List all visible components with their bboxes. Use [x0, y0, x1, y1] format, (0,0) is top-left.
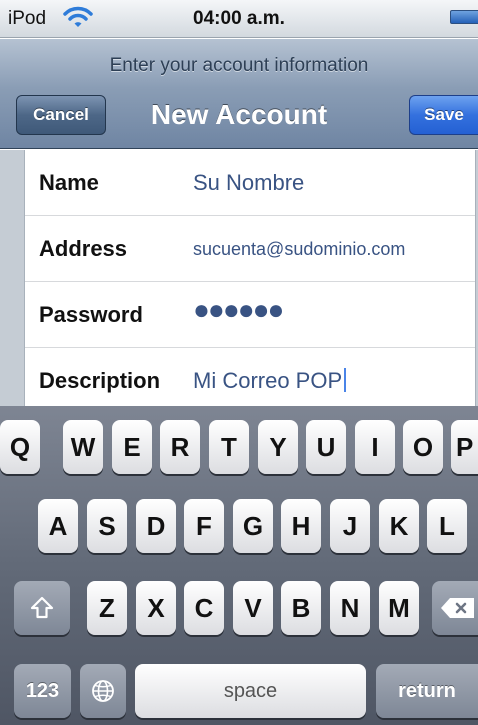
password-label: Password: [39, 302, 143, 327]
description-label: Description: [39, 368, 161, 393]
text-cursor: [344, 368, 347, 392]
name-label: Name: [39, 170, 99, 195]
password-row[interactable]: Password ●●●●●●: [25, 282, 475, 348]
description-value: Mi Correo POP: [193, 368, 343, 393]
key-v[interactable]: V: [233, 581, 273, 635]
key-n[interactable]: N: [330, 581, 370, 635]
key-s[interactable]: S: [87, 499, 127, 553]
key-e[interactable]: E: [112, 420, 152, 474]
shift-icon: [30, 596, 54, 619]
address-label: Address: [39, 236, 128, 261]
name-row[interactable]: Name Su Nombre: [25, 150, 475, 216]
account-form: Name Su Nombre Address sucuenta@sudomini…: [24, 150, 476, 406]
description-field[interactable]: Mi Correo POP: [193, 368, 347, 394]
key-k[interactable]: K: [379, 499, 419, 553]
key-h[interactable]: H: [281, 499, 321, 553]
key-c[interactable]: C: [184, 581, 224, 635]
key-o[interactable]: O: [403, 420, 443, 474]
key-g[interactable]: G: [233, 499, 273, 553]
key-m[interactable]: M: [379, 581, 419, 635]
shift-key[interactable]: [14, 581, 70, 635]
navigation-bar: Enter your account information Cancel Ne…: [0, 39, 478, 149]
key-x[interactable]: X: [136, 581, 176, 635]
key-p[interactable]: P: [451, 420, 478, 474]
keyboard: Q W E R T Y U I O P A S D F G H J K L Z …: [0, 406, 478, 725]
address-row[interactable]: Address sucuenta@sudominio.com: [25, 216, 475, 282]
clock: 04:00 a.m.: [193, 8, 285, 29]
numbers-key[interactable]: 123: [14, 664, 71, 718]
key-b[interactable]: B: [281, 581, 321, 635]
key-f[interactable]: F: [184, 499, 224, 553]
nav-prompt: Enter your account information: [109, 55, 369, 76]
description-row[interactable]: Description Mi Correo POP: [25, 348, 475, 406]
password-field[interactable]: ●●●●●●: [193, 294, 284, 326]
page-title: New Account: [150, 99, 328, 130]
save-button[interactable]: Save: [409, 95, 478, 135]
key-t[interactable]: T: [209, 420, 249, 474]
status-bar: iPod 04:00 a.m.: [0, 0, 478, 38]
key-j[interactable]: J: [330, 499, 370, 553]
delete-icon: [441, 598, 474, 618]
key-y[interactable]: Y: [258, 420, 298, 474]
name-field[interactable]: Su Nombre: [193, 170, 304, 196]
delete-key[interactable]: [432, 581, 478, 635]
globe-icon: [92, 680, 114, 702]
key-w[interactable]: W: [63, 420, 103, 474]
key-l[interactable]: L: [427, 499, 467, 553]
key-i[interactable]: I: [355, 420, 395, 474]
battery-icon: [450, 10, 478, 24]
key-z[interactable]: Z: [87, 581, 127, 635]
key-a[interactable]: A: [38, 499, 78, 553]
space-key[interactable]: space: [135, 664, 366, 718]
address-field[interactable]: sucuenta@sudominio.com: [193, 239, 405, 260]
key-u[interactable]: U: [306, 420, 346, 474]
globe-key[interactable]: [80, 664, 126, 718]
return-key[interactable]: return: [376, 664, 478, 718]
key-r[interactable]: R: [160, 420, 200, 474]
key-q[interactable]: Q: [0, 420, 40, 474]
key-d[interactable]: D: [136, 499, 176, 553]
